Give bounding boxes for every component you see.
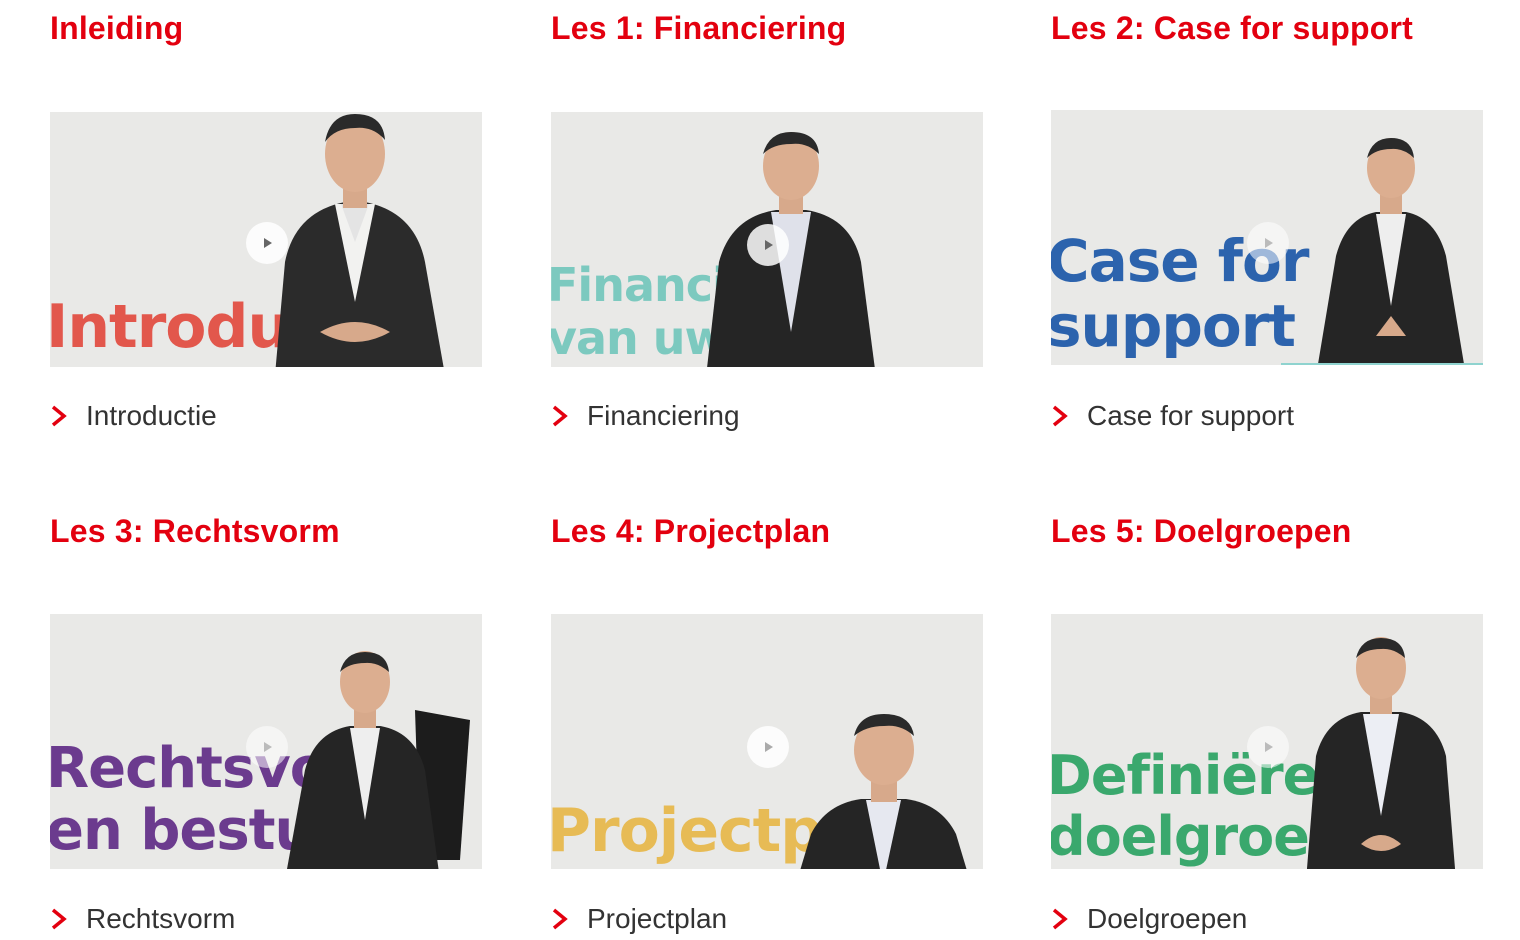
presenter-image — [287, 651, 470, 869]
play-button[interactable] — [1247, 726, 1289, 768]
presenter-image — [707, 132, 875, 367]
video-link-label: Projectplan — [587, 903, 728, 934]
play-icon — [1265, 742, 1273, 752]
video-link[interactable]: Financiering — [551, 400, 740, 432]
lesson-title: Les 5: Doelgroepen — [1051, 513, 1352, 549]
video-thumbnail[interactable]: Projectp — [551, 614, 983, 869]
play-icon — [765, 742, 773, 752]
lesson-title: Inleiding — [50, 10, 184, 46]
video-link-label: Introductie — [86, 400, 217, 431]
divider-line — [1281, 363, 1483, 365]
presenter-image — [800, 714, 967, 869]
play-button[interactable] — [246, 726, 288, 768]
chevron-right-icon — [552, 405, 568, 427]
lesson-title: Les 3: Rechtsvorm — [50, 513, 340, 549]
video-thumbnail[interactable]: Case for support — [1051, 110, 1483, 365]
chevron-right-icon — [51, 405, 67, 427]
video-link-label: Doelgroepen — [1087, 903, 1248, 934]
presenter-image — [1317, 138, 1465, 365]
play-button[interactable] — [246, 222, 288, 264]
chevron-right-icon — [552, 908, 568, 930]
video-thumbnail[interactable]: Financi van uw ect — [551, 112, 983, 367]
video-link[interactable]: Doelgroepen — [1051, 903, 1247, 935]
video-overlay-text: Introdu — [50, 292, 290, 362]
chevron-right-icon — [1052, 405, 1068, 427]
video-link-label: Rechtsvorm — [86, 903, 236, 934]
video-link[interactable]: Rechtsvorm — [50, 903, 235, 935]
lesson-grid: Inleiding Introdu Introductie Les 1: Fin… — [0, 0, 1520, 940]
play-icon — [264, 238, 272, 248]
video-link-label: Financiering — [587, 400, 740, 431]
lesson-title: Les 2: Case for support — [1051, 10, 1414, 46]
play-button[interactable] — [747, 726, 789, 768]
video-overlay-text: Projectp — [551, 796, 823, 866]
lesson-title: Les 1: Financiering — [551, 10, 847, 46]
play-button[interactable] — [1247, 222, 1289, 264]
video-link-label: Case for support — [1087, 400, 1294, 431]
video-thumbnail[interactable]: Rechtsvo en bestu — [50, 614, 482, 869]
video-link[interactable]: Projectplan — [551, 903, 727, 935]
chevron-right-icon — [51, 908, 67, 930]
play-icon — [1265, 238, 1273, 248]
presenter-image — [1306, 637, 1456, 869]
video-thumbnail[interactable]: Introdu — [50, 112, 482, 367]
lesson-title: Les 4: Projectplan — [551, 513, 831, 549]
video-link[interactable]: Introductie — [50, 400, 217, 432]
play-icon — [264, 742, 272, 752]
video-thumbnail[interactable]: Definiëre doelgroep — [1051, 614, 1483, 869]
play-icon — [765, 240, 773, 250]
play-button[interactable] — [747, 224, 789, 266]
chevron-right-icon — [1052, 908, 1068, 930]
video-link[interactable]: Case for support — [1051, 400, 1294, 432]
